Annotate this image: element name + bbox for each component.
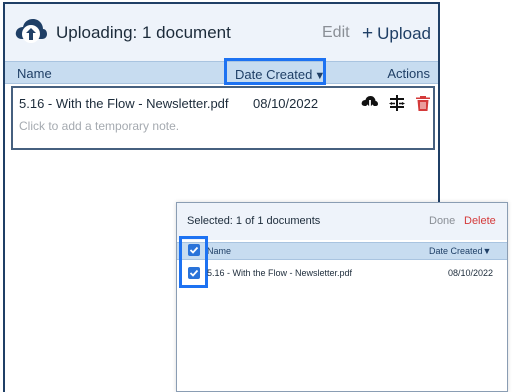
selection-column-header-date-created[interactable]: Date Created▼ [429, 246, 491, 256]
sort-down-icon: ▼ [482, 246, 492, 256]
column-header-actions: Actions [387, 66, 430, 81]
document-name: 5.16 - With the Flow - Newsletter.pdf [19, 96, 229, 111]
row-checkbox[interactable] [188, 267, 200, 279]
upload-panel-header: Uploading: 1 document Edit + Upload [5, 4, 438, 61]
selection-count-title: Selected: 1 of 1 documents [187, 215, 321, 227]
upload-status-title: Uploading: 1 document [56, 23, 231, 42]
temporary-note-field[interactable]: Click to add a temporary note. [19, 119, 179, 133]
trash-icon[interactable] [414, 94, 432, 112]
column-header-date-created[interactable]: Date Created ▼ [224, 58, 326, 85]
column-header-row: Name Date Created ▼ Actions [5, 58, 438, 85]
sort-down-icon: ▼ [314, 70, 326, 82]
plus-icon: + [362, 23, 374, 44]
cloud-upload-icon [15, 19, 47, 43]
document-date: 08/10/2022 [253, 96, 319, 111]
column-header-name[interactable]: Name [17, 66, 52, 81]
selected-document-name: 5.16 - With the Flow - Newsletter.pdf [207, 268, 353, 278]
document-row[interactable]: 5.16 - With the Flow - Newsletter.pdf 08… [11, 86, 435, 150]
cloud-download-icon[interactable] [361, 94, 379, 112]
selection-panel: Selected: 1 of 1 documents Done Delete N… [176, 202, 508, 392]
selection-column-header-date-label: Date Created [429, 246, 483, 256]
checkmark-icon [189, 246, 199, 254]
selected-document-date: 08/10/2022 [448, 268, 494, 278]
selection-panel-header: Selected: 1 of 1 documents Done Delete [177, 203, 507, 240]
delete-button[interactable]: Delete [464, 215, 496, 227]
select-all-checkbox[interactable] [188, 244, 200, 256]
checkmark-icon [189, 269, 199, 277]
edit-button[interactable]: Edit [322, 24, 350, 42]
done-button[interactable]: Done [429, 215, 455, 227]
selection-column-header-name[interactable]: Name [207, 246, 231, 256]
column-header-date-label: Date Created [235, 67, 313, 82]
selection-column-header-row: Name Date Created▼ [177, 242, 507, 260]
upload-button[interactable]: + Upload [362, 23, 431, 45]
upload-button-label: Upload [377, 24, 431, 43]
split-icon[interactable] [388, 94, 406, 112]
